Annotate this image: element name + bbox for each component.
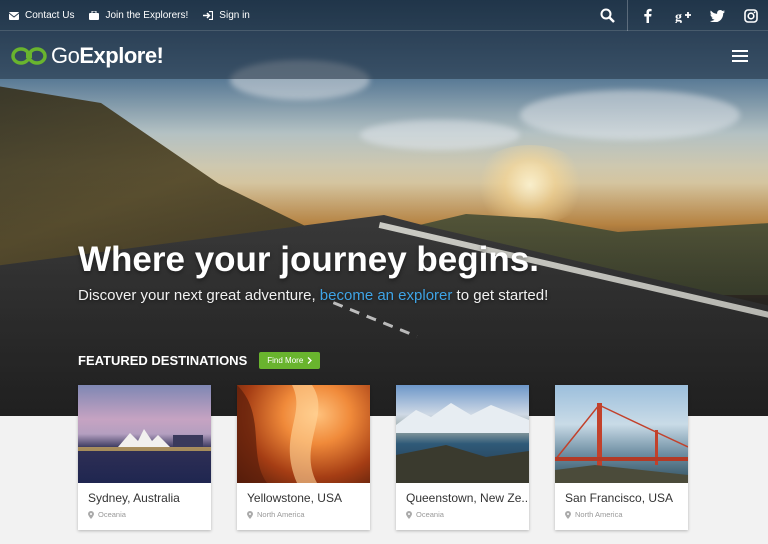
destination-image: [78, 385, 211, 483]
search-button[interactable]: [588, 0, 628, 31]
map-pin-icon: [88, 510, 94, 519]
destination-card[interactable]: San Francisco, USA North America: [555, 385, 688, 530]
featured-title: FEATURED DESTINATIONS: [78, 353, 248, 368]
logo-text: GoExplore!: [51, 43, 164, 68]
destination-name: Sydney, Australia: [88, 491, 180, 505]
top-bar: Contact Us Join the Explorers! Sign in g: [0, 0, 768, 31]
sign-in-icon: [203, 11, 214, 20]
hero-subline: Discover your next great adventure, beco…: [78, 287, 548, 304]
subline-text-after: to get started!: [456, 287, 549, 304]
google-plus-icon: g: [675, 10, 691, 23]
google-plus-link[interactable]: g: [666, 0, 700, 31]
briefcase-icon: [89, 11, 100, 20]
join-explorers-link[interactable]: Join the Explorers!: [89, 10, 188, 21]
become-explorer-link[interactable]: become an explorer: [320, 287, 453, 304]
facebook-icon: [643, 8, 652, 23]
hero-headline: Where your journey begins.: [78, 240, 539, 279]
top-links: Contact Us Join the Explorers! Sign in: [9, 0, 250, 31]
destination-name: Yellowstone, USA: [247, 491, 342, 505]
twitter-icon: [709, 9, 725, 22]
region-label: North America: [257, 510, 305, 519]
search-icon: [600, 8, 615, 23]
top-icons: g: [588, 0, 768, 31]
subline-text-before: Discover your next great adventure,: [78, 287, 316, 304]
region-label: North America: [575, 510, 623, 519]
sign-in-link[interactable]: Sign in: [203, 10, 250, 21]
logo[interactable]: GoExplore!: [11, 43, 164, 68]
join-explorers-label: Join the Explorers!: [105, 10, 189, 21]
svg-text:g: g: [675, 10, 682, 23]
featured-header: FEATURED DESTINATIONS Find More: [78, 352, 321, 369]
envelope-icon: [9, 11, 19, 20]
find-more-button[interactable]: Find More: [259, 352, 321, 369]
destination-cards: Sydney, Australia Oceania Yellowstone, U…: [78, 385, 688, 530]
find-more-label: Find More: [267, 356, 304, 365]
destination-image: [396, 385, 529, 483]
region-label: Oceania: [98, 510, 126, 519]
destination-image: [237, 385, 370, 483]
destination-name: Queenstown, New Ze..: [406, 491, 529, 505]
sign-in-label: Sign in: [219, 10, 250, 21]
destination-region: Oceania: [78, 505, 211, 519]
instagram-icon: [744, 8, 758, 23]
twitter-link[interactable]: [700, 0, 734, 31]
contact-us-label: Contact Us: [25, 10, 75, 21]
map-pin-icon: [565, 510, 571, 519]
map-pin-icon: [247, 510, 253, 519]
site-header: GoExplore!: [0, 31, 768, 79]
destination-name: San Francisco, USA: [565, 491, 674, 505]
facebook-link[interactable]: [628, 0, 666, 31]
chevron-right-icon: [307, 357, 313, 364]
destination-region: Oceania: [396, 505, 529, 519]
destination-card[interactable]: Yellowstone, USA North America: [237, 385, 370, 530]
binoculars-logo-icon: [11, 47, 47, 65]
map-pin-icon: [406, 510, 412, 519]
destination-region: North America: [555, 505, 688, 519]
instagram-link[interactable]: [734, 0, 768, 31]
destination-card[interactable]: Sydney, Australia Oceania: [78, 385, 211, 530]
contact-us-link[interactable]: Contact Us: [9, 10, 74, 21]
hamburger-menu-icon[interactable]: [732, 50, 748, 62]
destination-card[interactable]: Queenstown, New Ze.. Oceania: [396, 385, 529, 530]
destination-region: North America: [237, 505, 370, 519]
destination-image: [555, 385, 688, 483]
region-label: Oceania: [416, 510, 444, 519]
